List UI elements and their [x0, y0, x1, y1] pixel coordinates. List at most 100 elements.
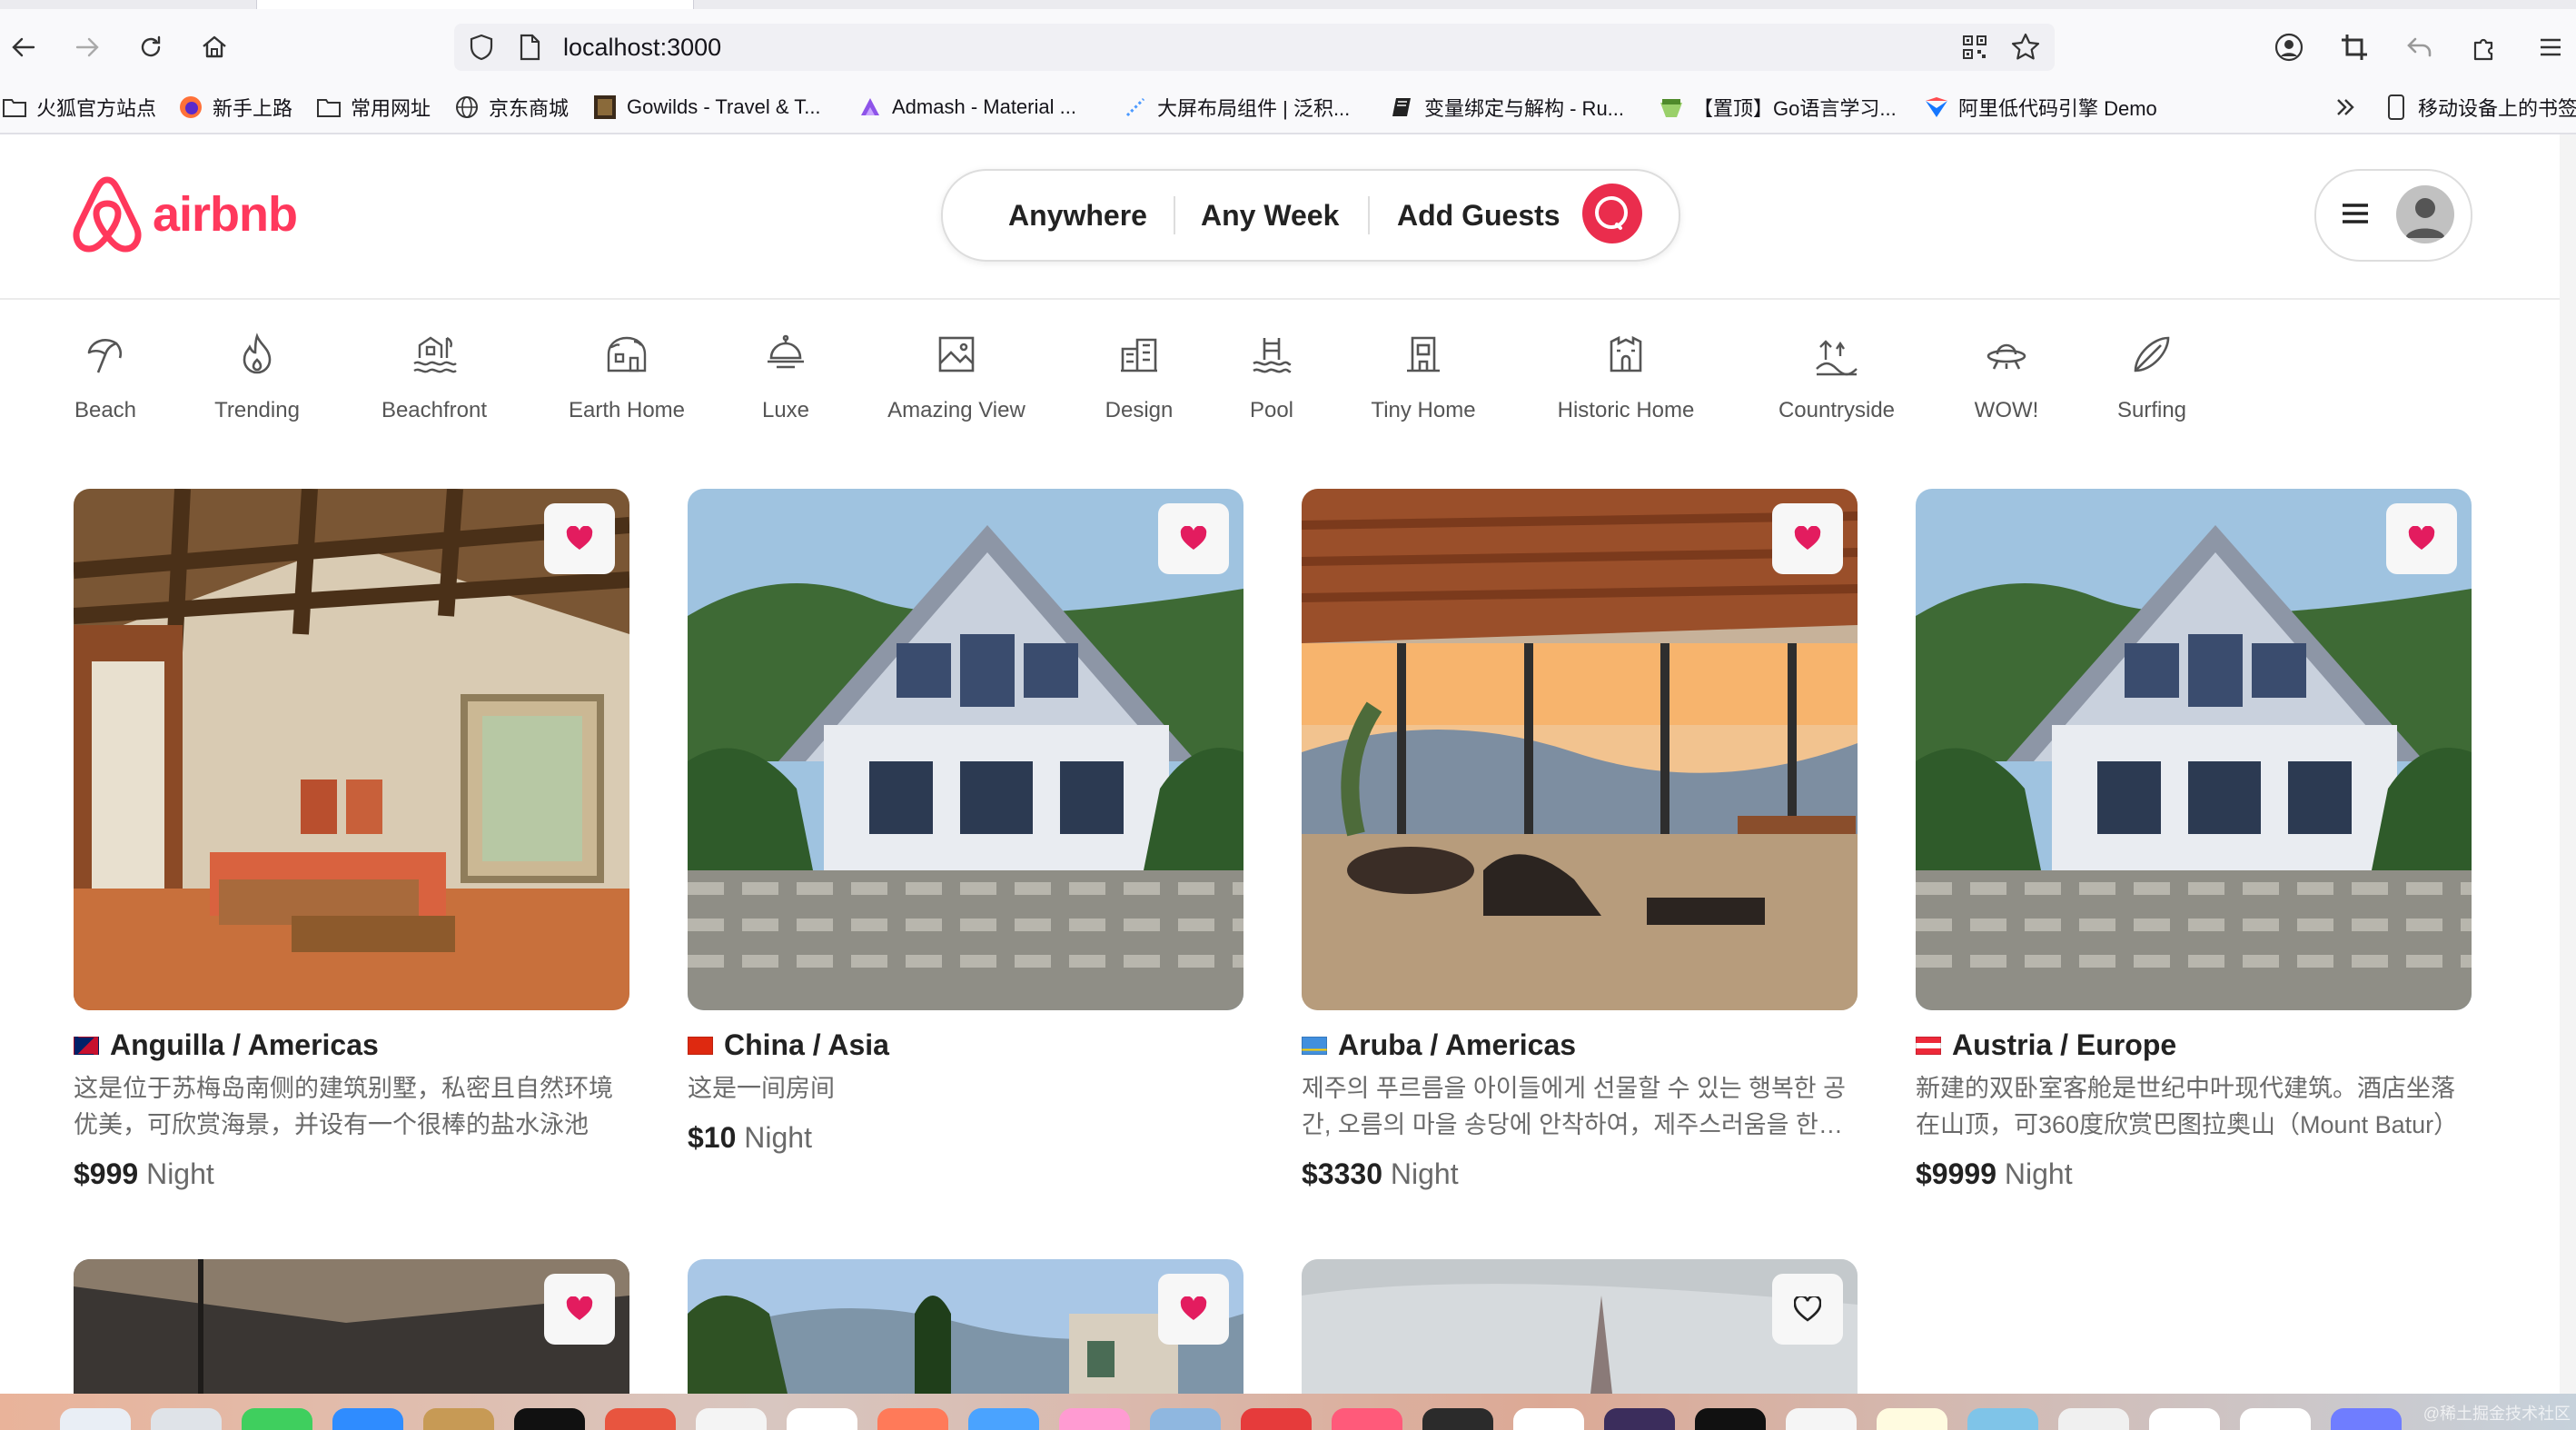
- listing-location: Aruba / Americas: [1302, 1028, 1576, 1062]
- bookmark-star-icon[interactable]: [2009, 31, 2042, 64]
- favorite-button[interactable]: [544, 503, 615, 574]
- listing-photo[interactable]: [1916, 489, 2472, 1010]
- bookmark-item[interactable]: 变量绑定与解构 - Ru...: [1390, 91, 1624, 124]
- bookmark-item[interactable]: 阿里低代码引擎 Demo: [1924, 91, 2157, 124]
- dock-app-icon[interactable]: [787, 1408, 857, 1430]
- dock-app-icon[interactable]: [1241, 1408, 1312, 1430]
- dock-app-icon[interactable]: [1786, 1408, 1857, 1430]
- home-button[interactable]: [194, 27, 234, 67]
- dock-app-icon[interactable]: [1059, 1408, 1130, 1430]
- bookmark-label: Admash - Material ...: [892, 95, 1076, 118]
- dock-app-icon[interactable]: [514, 1408, 585, 1430]
- search-bar[interactable]: Anywhere Any Week Add Guests: [941, 169, 1680, 262]
- bookmark-item[interactable]: 新手上路: [178, 91, 292, 124]
- listing-photo[interactable]: [1302, 1259, 1858, 1394]
- category-trending[interactable]: Trending: [166, 331, 348, 423]
- category-luxe[interactable]: Luxe: [695, 331, 877, 423]
- home-icon: [203, 35, 226, 58]
- favorite-button[interactable]: [1772, 503, 1843, 574]
- dock-app-icon[interactable]: [242, 1408, 312, 1430]
- favorite-button[interactable]: [1158, 1274, 1229, 1345]
- category-label: Amazing View: [887, 398, 1025, 422]
- beachfront-icon: [411, 331, 458, 378]
- listing-photo[interactable]: [74, 1259, 629, 1394]
- dock-app-icon[interactable]: [60, 1408, 131, 1430]
- search-any-week[interactable]: Any Week: [1201, 171, 1339, 260]
- app-menu-button[interactable]: [2531, 27, 2571, 67]
- airbnb-logo[interactable]: airbnb: [71, 176, 298, 253]
- shield-icon[interactable]: [467, 33, 496, 62]
- listing-photo[interactable]: [1302, 489, 1858, 1010]
- price-amount: $3330: [1302, 1157, 1382, 1190]
- extensions-button[interactable]: [2465, 27, 2505, 67]
- puzzle-icon: [2473, 38, 2493, 61]
- back-button[interactable]: [4, 27, 44, 67]
- search-add-guests[interactable]: Add Guests: [1397, 171, 1560, 260]
- reload-button[interactable]: [131, 27, 171, 67]
- category-earth-home[interactable]: Earth Home: [536, 331, 718, 423]
- avatar: [2396, 185, 2454, 243]
- dock-app-icon[interactable]: [1150, 1408, 1221, 1430]
- bookmark-item[interactable]: Admash - Material ...: [857, 91, 1076, 124]
- dock-app-icon[interactable]: [1877, 1408, 1947, 1430]
- dock-app-icon[interactable]: [2240, 1408, 2311, 1430]
- favorite-button[interactable]: [1772, 1274, 1843, 1345]
- bookmarks-overflow-button[interactable]: [2333, 91, 2358, 124]
- category-countryside[interactable]: Countryside: [1746, 331, 1927, 423]
- dock-app-icon[interactable]: [151, 1408, 222, 1430]
- beach-umbrella-icon: [82, 331, 129, 378]
- bookmark-item[interactable]: Gowilds - Travel & T...: [592, 91, 821, 124]
- listing-photo[interactable]: [688, 1259, 1243, 1394]
- listing-price: $9999 Night: [1916, 1157, 2073, 1191]
- dock-app-icon[interactable]: [968, 1408, 1039, 1430]
- heart-icon: [1180, 1296, 1207, 1320]
- heart-icon: [1794, 526, 1821, 550]
- dock-app-icon[interactable]: [2058, 1408, 2129, 1430]
- bookmark-item[interactable]: 火狐官方站点: [2, 91, 156, 124]
- dock-app-icon[interactable]: [696, 1408, 767, 1430]
- favorite-button[interactable]: [544, 1274, 615, 1345]
- category-historic-home[interactable]: Historic Home: [1535, 331, 1717, 423]
- active-tab[interactable]: [256, 0, 694, 9]
- url-bar[interactable]: localhost:3000: [454, 24, 2055, 71]
- airbnb-logo-icon: [73, 176, 142, 253]
- dock-app-icon[interactable]: [332, 1408, 403, 1430]
- price-unit: Night: [2004, 1157, 2073, 1190]
- undo-button[interactable]: [2400, 27, 2440, 67]
- bookmark-item[interactable]: 大屏布局组件 | 泛积...: [1123, 91, 1350, 124]
- dock-app-icon[interactable]: [1967, 1408, 2038, 1430]
- qr-code-icon[interactable]: [1960, 33, 1989, 62]
- dock-app-icon[interactable]: [2331, 1408, 2402, 1430]
- fire-icon: [233, 331, 281, 378]
- screenshot-button[interactable]: [2334, 27, 2374, 67]
- dock-app-icon[interactable]: [423, 1408, 494, 1430]
- listing-photo[interactable]: [688, 489, 1243, 1010]
- user-menu-button[interactable]: [2314, 169, 2472, 262]
- favorite-button[interactable]: [1158, 503, 1229, 574]
- dock-app-icon[interactable]: [605, 1408, 676, 1430]
- listing-photo[interactable]: [74, 489, 629, 1010]
- dock-app-icon[interactable]: [1513, 1408, 1584, 1430]
- category-beachfront[interactable]: Beachfront: [343, 331, 525, 423]
- mobile-bookmarks[interactable]: 移动设备上的书签: [2383, 91, 2576, 124]
- search-button[interactable]: [1582, 184, 1642, 243]
- category-tiny-home[interactable]: Tiny Home: [1333, 331, 1514, 423]
- dock-app-icon[interactable]: [2149, 1408, 2220, 1430]
- page-scrollbar[interactable]: [2560, 134, 2576, 1394]
- dock-app-icon[interactable]: [877, 1408, 948, 1430]
- search-anywhere[interactable]: Anywhere: [1008, 171, 1147, 260]
- category-amazing-view[interactable]: Amazing View: [866, 331, 1047, 423]
- bookmark-item[interactable]: 常用网址: [316, 91, 431, 124]
- page-icon[interactable]: [516, 33, 543, 62]
- forward-button[interactable]: [67, 27, 107, 67]
- dock-app-icon[interactable]: [1422, 1408, 1493, 1430]
- category-surfing[interactable]: Surfing: [2061, 331, 2243, 423]
- bookmark-item[interactable]: 京东商城: [454, 91, 569, 124]
- dock-app-icon[interactable]: [1604, 1408, 1675, 1430]
- favorite-button[interactable]: [2386, 503, 2457, 574]
- dock-app-icon[interactable]: [1332, 1408, 1402, 1430]
- url-text[interactable]: localhost:3000: [563, 33, 721, 62]
- account-button[interactable]: [2269, 27, 2309, 67]
- dock-app-icon[interactable]: [1695, 1408, 1766, 1430]
- bookmark-item[interactable]: 【置顶】Go语言学习...: [1659, 91, 1897, 124]
